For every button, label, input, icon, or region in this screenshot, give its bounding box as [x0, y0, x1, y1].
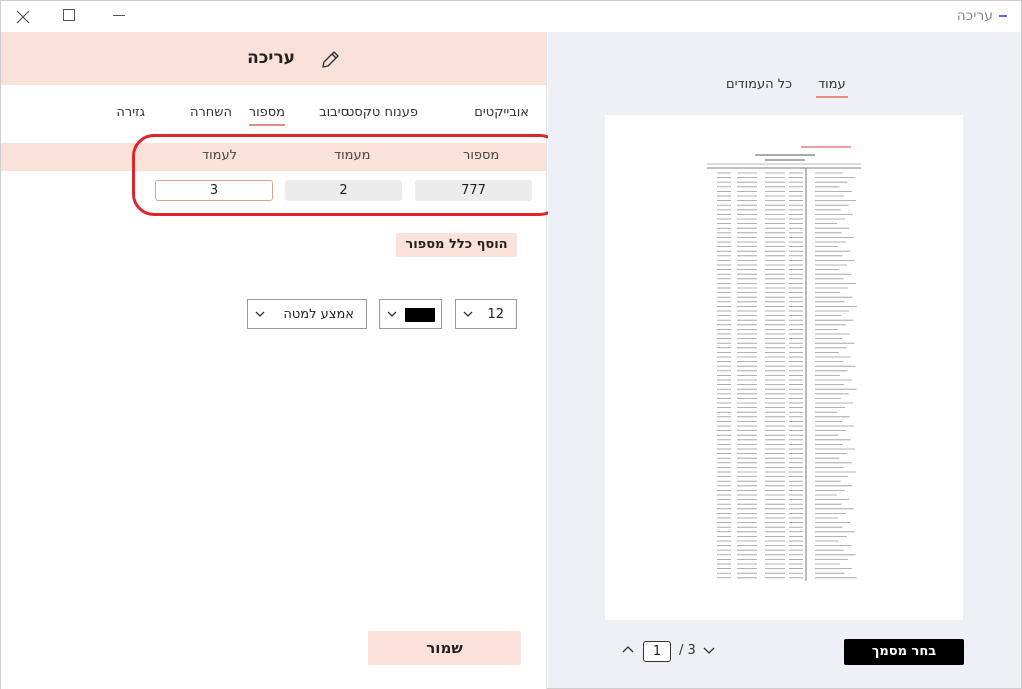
- tab-redact[interactable]: השחרה: [190, 105, 232, 120]
- choose-document-button[interactable]: בחר מסמך: [844, 639, 964, 665]
- color-dropdown[interactable]: [379, 299, 442, 329]
- app-logo-icon: [999, 15, 1007, 17]
- chevron-up-icon[interactable]: [622, 645, 634, 653]
- app-window: עריכה עריכה אובייקטים פענוח טקסט סיבוב מ…: [0, 0, 1022, 689]
- window-title: עריכה: [956, 8, 993, 24]
- font-size-dropdown[interactable]: 12: [455, 299, 517, 329]
- edit-title: עריכה: [247, 48, 295, 68]
- minimize-icon[interactable]: [113, 15, 125, 16]
- tab-crop[interactable]: גזירה: [116, 105, 145, 120]
- page-number-input[interactable]: 1: [643, 641, 671, 662]
- edit-panel: עריכה אובייקטים פענוח טקסט סיבוב מספור ה…: [1, 32, 562, 689]
- tab-all-pages[interactable]: כל העמודים: [726, 77, 792, 92]
- tab-objects[interactable]: אובייקטים: [474, 105, 529, 120]
- tab-page[interactable]: עמוד: [816, 77, 848, 98]
- font-size-value: 12: [487, 307, 504, 322]
- tab-numbering[interactable]: מספור: [248, 105, 286, 126]
- maximize-icon[interactable]: [63, 9, 75, 21]
- save-button[interactable]: שמור: [368, 631, 521, 665]
- page-preview: [605, 115, 963, 620]
- title-bar: עריכה: [1, 1, 1021, 32]
- edit-header: עריכה: [1, 32, 546, 85]
- edit-tabs: אובייקטים פענוח טקסט סיבוב מספור השחרה ג…: [1, 102, 546, 128]
- add-numbering-rule-button[interactable]: הוסף כלל מספור: [396, 233, 517, 257]
- position-dropdown[interactable]: אמצע למטה: [247, 299, 367, 329]
- highlight-annotation: [132, 134, 562, 216]
- chevron-down-icon: [255, 311, 265, 317]
- page-total: / 3: [679, 643, 696, 658]
- chevron-down-icon[interactable]: [703, 647, 715, 655]
- chevron-down-icon: [387, 311, 397, 317]
- position-value: אמצע למטה: [283, 307, 354, 322]
- tab-ocr[interactable]: פענוח טקסט: [346, 105, 418, 120]
- preview-panel: עמוד כל העמודים 1 / 3 בחר מסמך: [548, 32, 1021, 688]
- page-thumbnail-image: [707, 146, 861, 581]
- color-swatch: [405, 308, 435, 322]
- tab-rotate[interactable]: סיבוב: [319, 105, 349, 120]
- pencil-icon: [322, 51, 339, 68]
- close-icon[interactable]: [13, 7, 33, 27]
- chevron-down-icon: [463, 311, 473, 317]
